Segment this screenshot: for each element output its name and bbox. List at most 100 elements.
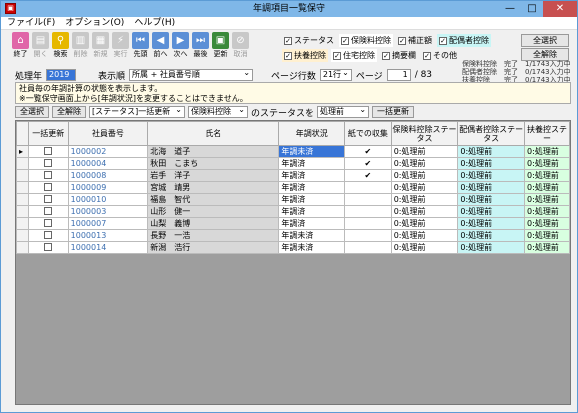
bulk-update-button[interactable]: 一括更新 [372,106,415,118]
employee-name[interactable]: 福島 智代 [147,193,280,206]
bulk-mode-select[interactable]: [ステータス]一括更新 [89,105,185,118]
employee-number[interactable]: 1000010 [67,193,149,206]
toolbar-button-last[interactable]: ⏭ 最後 [191,32,210,62]
bulk-checkbox[interactable] [44,147,53,155]
spouse-status[interactable]: 0:処理前 [457,169,526,182]
employee-name[interactable]: 秋田 こまち [147,157,280,170]
bulk-checkbox-cell[interactable] [27,181,69,194]
table-row[interactable]: 1000009 宮城 靖男 年調済 0:処理前 0:処理前 0:処理前 [16,181,570,194]
bulk-checkbox-cell[interactable] [27,145,69,158]
paper-collection-cell[interactable] [344,241,392,254]
year-end-status[interactable]: 年調済 [278,217,346,230]
table-row[interactable]: ▸ 1000002 北海 道子 年調未済 ✔ 0:処理前 0:処理前 0:処理前 [16,145,570,158]
col-empno-header[interactable]: 社員番号 [67,121,149,146]
bulk-state-select[interactable]: 処理前 [317,105,370,118]
year-end-status[interactable]: 年調済 [278,193,346,206]
employee-name[interactable]: 長野 一浩 [147,229,280,242]
employee-number[interactable]: 1000008 [67,169,149,182]
table-row[interactable]: 1000003 山形 健一 年調済 0:処理前 0:処理前 0:処理前 [16,205,570,218]
insurance-status[interactable]: 0:処理前 [390,193,459,206]
toolbar-button-search[interactable]: ⚲ 検索 [51,32,70,62]
table-row[interactable]: 1000008 岩手 洋子 年調済 ✔ 0:処理前 0:処理前 0:処理前 [16,169,570,182]
bulk-checkbox[interactable] [44,231,53,239]
checkbox[interactable]: ✓ [333,51,341,60]
dependent-status[interactable]: 0:処理前 [524,229,570,242]
col-dependent-header[interactable]: 扶養控ステー [524,121,570,146]
employee-name[interactable]: 新潟 浩行 [147,241,280,254]
bulk-checkbox-cell[interactable] [27,241,69,254]
paper-collection-cell[interactable]: ✔ [344,145,392,158]
maximize-button[interactable]: □ [521,1,543,17]
col-insurance-header[interactable]: 保険料控除ステータス [390,121,459,146]
employee-name[interactable]: 山梨 義博 [147,217,280,230]
option-toggle[interactable]: ✓ 住宅控除 [331,49,377,62]
spouse-status[interactable]: 0:処理前 [457,241,526,254]
option-toggle[interactable]: ✓ ステータス [282,34,336,47]
insurance-status[interactable]: 0:処理前 [390,217,459,230]
spouse-status[interactable]: 0:処理前 [457,145,526,158]
toolbar-button-prev[interactable]: ◀ 前へ [151,32,170,62]
insurance-status[interactable]: 0:処理前 [390,241,459,254]
menu-options[interactable]: オプション(O) [65,17,124,29]
employee-name[interactable]: 岩手 洋子 [147,169,280,182]
table-row[interactable]: 1000014 新潟 浩行 年調未済 0:処理前 0:処理前 0:処理前 [16,241,570,254]
paper-collection-cell[interactable] [344,181,392,194]
close-button[interactable]: ✕ [543,1,577,17]
year-end-status[interactable]: 年調未済 [278,145,346,158]
bulk-checkbox[interactable] [44,195,53,203]
spouse-status[interactable]: 0:処理前 [457,217,526,230]
options-select-all-button[interactable]: 全選択 [521,34,569,47]
checkbox[interactable]: ✓ [341,36,349,45]
grid-select-all-button[interactable]: 全選択 [15,106,49,118]
spouse-status[interactable]: 0:処理前 [457,205,526,218]
bulk-checkbox-cell[interactable] [27,205,69,218]
toolbar-button-next[interactable]: ▶ 次へ [171,32,190,62]
toolbar-button-home[interactable]: ⌂ 終了 [11,32,30,62]
employee-number[interactable]: 1000004 [67,157,149,170]
option-toggle[interactable]: ✓ その他 [421,49,459,62]
year-end-status[interactable]: 年調未済 [278,241,346,254]
year-end-status[interactable]: 年調済 [278,205,346,218]
checkbox[interactable]: ✓ [284,36,292,45]
table-row[interactable]: 1000004 秋田 こまち 年調済 ✔ 0:処理前 0:処理前 0:処理前 [16,157,570,170]
col-name-header[interactable]: 氏名 [147,121,280,146]
checkbox[interactable]: ✓ [284,51,292,60]
checkbox[interactable]: ✓ [423,51,431,60]
insurance-status[interactable]: 0:処理前 [390,205,459,218]
col-spouse-header[interactable]: 配偶者控除ステータス [457,121,526,146]
menu-file[interactable]: ファイル(F) [7,17,55,29]
employee-number[interactable]: 1000002 [67,145,149,158]
table-row[interactable]: 1000013 長野 一浩 年調未済 0:処理前 0:処理前 0:処理前 [16,229,570,242]
insurance-status[interactable]: 0:処理前 [390,157,459,170]
insurance-status[interactable]: 0:処理前 [390,145,459,158]
year-end-status[interactable]: 年調未済 [278,229,346,242]
col-status-header[interactable]: 年調状況 [278,121,346,146]
rows-select[interactable]: 21行 [319,68,352,81]
table-row[interactable]: 1000007 山梨 義博 年調済 0:処理前 0:処理前 0:処理前 [16,217,570,230]
bulk-checkbox-cell[interactable] [27,169,69,182]
employee-number[interactable]: 1000003 [67,205,149,218]
col-paper-header[interactable]: 紙での収集 [344,121,392,146]
spouse-status[interactable]: 0:処理前 [457,181,526,194]
employee-name[interactable]: 北海 道子 [147,145,280,158]
paper-collection-cell[interactable]: ✔ [344,157,392,170]
dependent-status[interactable]: 0:処理前 [524,157,570,170]
option-toggle[interactable]: ✓ 保険料控除 [339,34,393,47]
bulk-checkbox[interactable] [44,219,53,227]
dependent-status[interactable]: 0:処理前 [524,205,570,218]
checkbox[interactable]: ✓ [398,36,406,45]
bulk-checkbox-cell[interactable] [27,193,69,206]
dependent-status[interactable]: 0:処理前 [524,217,570,230]
option-toggle[interactable]: ✓ 補正額 [396,34,434,47]
bulk-checkbox-cell[interactable] [27,229,69,242]
paper-collection-cell[interactable]: ✔ [344,169,392,182]
employee-name[interactable]: 山形 健一 [147,205,280,218]
bulk-checkbox[interactable] [44,243,53,251]
insurance-status[interactable]: 0:処理前 [390,169,459,182]
grid-deselect-all-button[interactable]: 全解除 [52,106,86,118]
year-end-status[interactable]: 年調済 [278,181,346,194]
menu-help[interactable]: ヘルプ(H) [134,17,175,29]
table-row[interactable]: 1000010 福島 智代 年調済 0:処理前 0:処理前 0:処理前 [16,193,570,206]
bulk-checkbox-cell[interactable] [27,217,69,230]
year-end-status[interactable]: 年調済 [278,169,346,182]
